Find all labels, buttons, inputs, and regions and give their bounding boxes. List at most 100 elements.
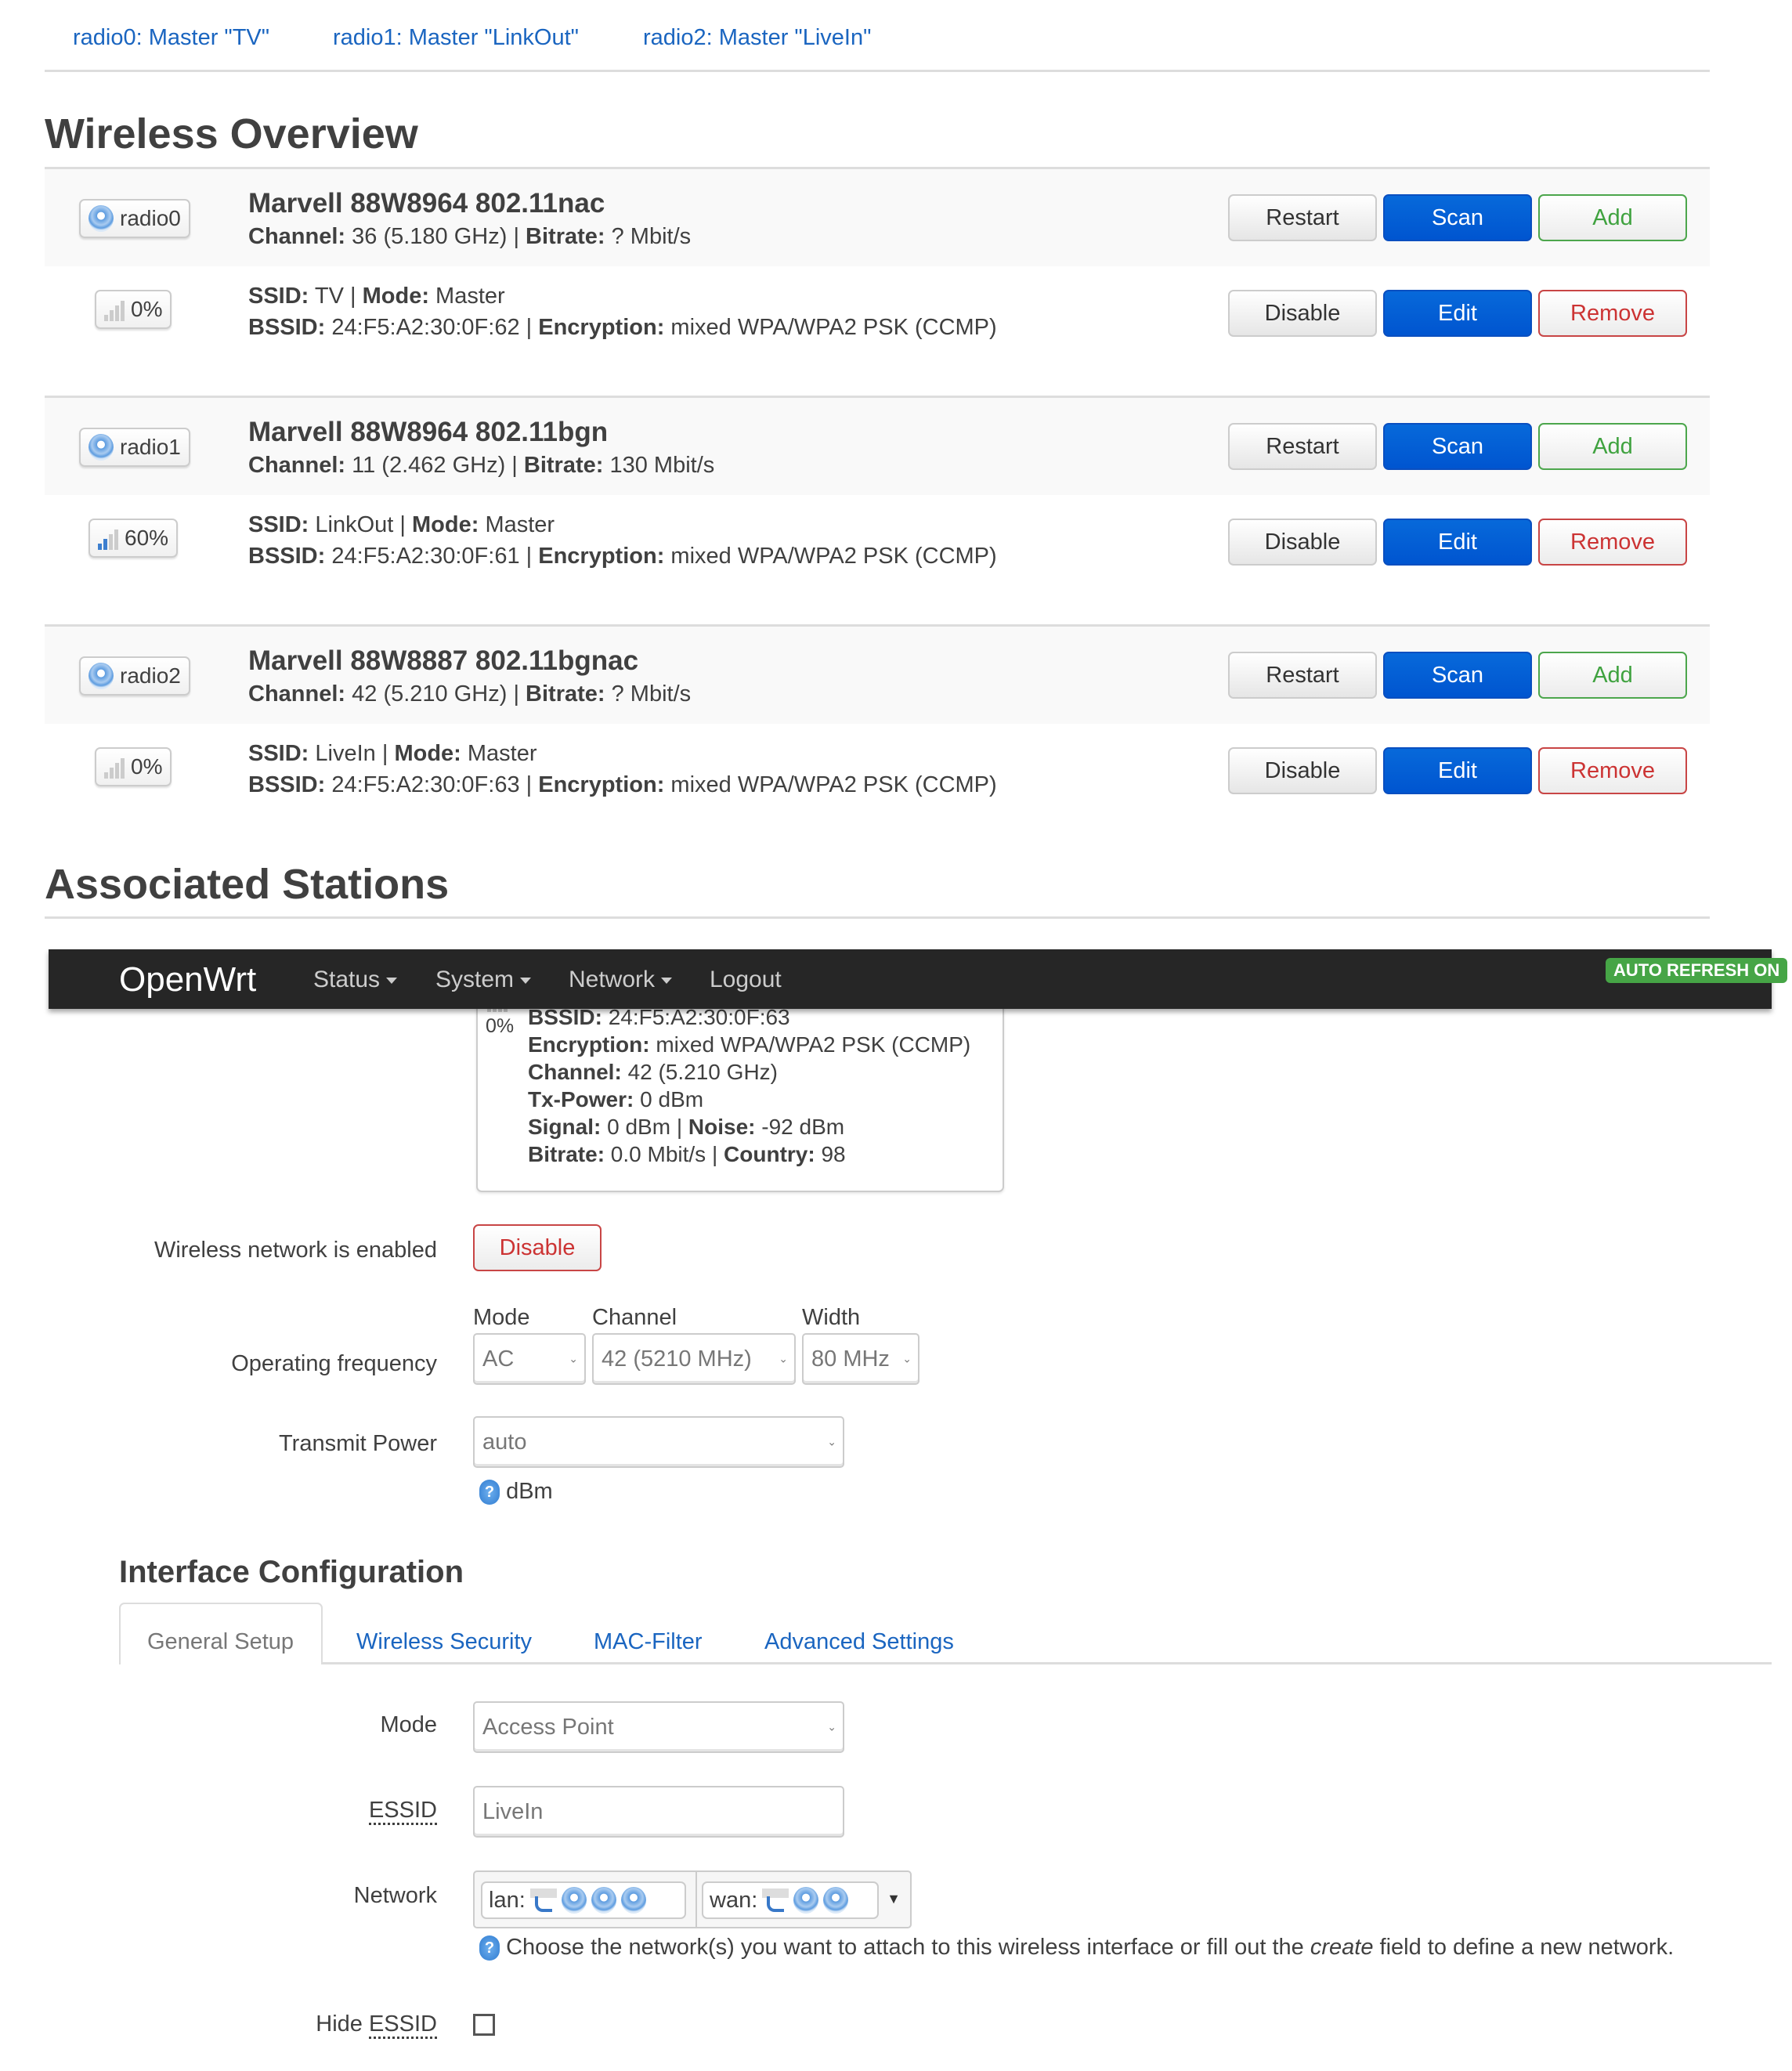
radio-tab-radio1[interactable]: radio1: Master "LinkOut" — [333, 25, 579, 51]
network-help-text-end: field to define a new network. — [1373, 1935, 1675, 1960]
tab-mac-filter[interactable]: MAC-Filter — [594, 1629, 703, 1655]
scan-button[interactable]: Scan — [1383, 423, 1532, 470]
wifi-icon — [620, 1887, 646, 1914]
status-line: Encryption: mixed WPA/WPA2 PSK (CCMP) — [528, 1032, 971, 1057]
device-row: radio0 Marvell 88W8964 802.11nac Channel… — [45, 167, 1710, 269]
wifi-icon — [591, 1887, 616, 1914]
essid-label-text: ESSID — [368, 1798, 437, 1825]
nav-network[interactable]: Network — [569, 967, 673, 993]
if-mode-label: Mode — [380, 1712, 437, 1737]
network-chip-lan-label: lan: — [489, 1887, 526, 1913]
restart-button[interactable]: Restart — [1228, 423, 1377, 470]
radio-tab-radio0[interactable]: radio0: Master "TV" — [73, 25, 269, 51]
radio-tabs: radio0: Master "TV" radio1: Master "Link… — [45, 0, 1710, 72]
signal-badge: 0% — [95, 747, 172, 786]
brand-logo[interactable]: OpenWrt — [119, 960, 256, 999]
mode-select-value: AC — [482, 1346, 515, 1372]
network-help-emphasis: create — [1310, 1935, 1374, 1960]
network-row: 0% SSID: TV | Mode: Master BSSID: 24:F5:… — [45, 266, 1710, 392]
device-info: Channel: 36 (5.180 GHz) | Bitrate: ? Mbi… — [248, 224, 692, 249]
add-button[interactable]: Add — [1538, 652, 1687, 699]
remove-button[interactable]: Remove — [1538, 747, 1687, 794]
network-chip-wan[interactable]: wan: — [702, 1881, 879, 1919]
device-badge[interactable]: radio2 — [79, 656, 190, 696]
signal-percent: 60% — [125, 526, 169, 550]
help-icon: ? — [479, 1480, 500, 1505]
add-button[interactable]: Add — [1538, 423, 1687, 470]
add-button[interactable]: Add — [1538, 194, 1687, 241]
device-info: Channel: 11 (2.462 GHz) | Bitrate: 130 M… — [248, 453, 715, 478]
status-signal-percent: 0% — [486, 1015, 515, 1037]
wifi-icon — [561, 1887, 587, 1914]
signal-badge: 0% — [95, 290, 172, 329]
wifi-icon — [89, 205, 114, 232]
network-row: 0% SSID: LiveIn | Mode: Master BSSID: 24… — [45, 724, 1710, 849]
width-header: Width — [802, 1305, 861, 1330]
disable-button[interactable]: Disable — [1228, 519, 1377, 566]
wifi-icon — [823, 1887, 849, 1914]
network-help-text: Choose the network(s) you want to attach… — [506, 1935, 1310, 1960]
device-badge[interactable]: radio1 — [79, 428, 190, 467]
radio-tab-radio2[interactable]: radio2: Master "LiveIn" — [643, 25, 871, 51]
chevron-down-icon: ⌄ — [902, 1352, 912, 1365]
caret-down-icon — [386, 978, 398, 985]
device-badge-label: radio2 — [120, 663, 181, 688]
nav-system-label: System — [435, 967, 515, 992]
nav-system[interactable]: System — [435, 967, 532, 993]
remove-button[interactable]: Remove — [1538, 290, 1687, 337]
network-multiselect[interactable]: lan: wan: ▼ — [473, 1870, 912, 1928]
dropdown-arrow-icon[interactable]: ▼ — [887, 1891, 901, 1907]
network-bssid-line: BSSID: 24:F5:A2:30:0F:63 | Encryption: m… — [248, 772, 997, 797]
scan-button[interactable]: Scan — [1383, 652, 1532, 699]
edit-button[interactable]: Edit — [1383, 290, 1532, 337]
network-ssid-line: SSID: LinkOut | Mode: Master — [248, 512, 555, 537]
mode-select[interactable]: AC ⌄ — [473, 1333, 586, 1385]
associated-stations-heading: Associated Stations — [45, 861, 450, 908]
nav-status-label: Status — [313, 967, 381, 992]
transmit-power-help: ? dBm — [479, 1479, 553, 1505]
essid-label: ESSID — [235, 1798, 437, 1825]
ethernet-icon — [762, 1888, 789, 1912]
caret-down-icon — [661, 978, 673, 985]
operating-frequency-label: Operating frequency — [231, 1351, 437, 1376]
tab-advanced-settings[interactable]: Advanced Settings — [764, 1629, 954, 1655]
edit-button[interactable]: Edit — [1383, 519, 1532, 566]
remove-button[interactable]: Remove — [1538, 519, 1687, 566]
disable-button[interactable]: Disable — [1228, 747, 1377, 794]
device-info: Channel: 42 (5.210 GHz) | Bitrate: ? Mbi… — [248, 681, 692, 707]
signal-strength-icon — [98, 526, 118, 550]
tab-general-setup[interactable]: General Setup — [147, 1629, 294, 1655]
status-line: Channel: 42 (5.210 GHz) — [528, 1060, 778, 1084]
if-mode-select[interactable]: Access Point ⌄ — [473, 1701, 844, 1753]
transmit-power-select[interactable]: auto ⌄ — [473, 1416, 844, 1468]
scan-button[interactable]: Scan — [1383, 194, 1532, 241]
device-title: Marvell 88W8964 802.11bgn — [248, 417, 609, 447]
disable-wireless-button[interactable]: Disable — [473, 1224, 602, 1271]
tab-wireless-security[interactable]: Wireless Security — [356, 1629, 532, 1655]
nav-logout[interactable]: Logout — [710, 967, 782, 993]
caret-down-icon — [520, 978, 532, 985]
device-title: Marvell 88W8887 802.11bgnac — [248, 645, 639, 676]
device-title: Marvell 88W8964 802.11nac — [248, 188, 605, 219]
signal-strength-icon — [104, 755, 125, 779]
network-bssid-line: BSSID: 24:F5:A2:30:0F:62 | Encryption: m… — [248, 315, 997, 340]
channel-select-value: 42 (5210 MHz) — [602, 1346, 752, 1372]
top-navbar: OpenWrt Status System Network Logout AUT… — [49, 949, 1788, 1009]
edit-button[interactable]: Edit — [1383, 747, 1532, 794]
hide-essid-checkbox[interactable] — [473, 2014, 495, 2036]
auto-refresh-badge[interactable]: AUTO REFRESH ON — [1606, 958, 1788, 983]
network-chip-wan-label: wan: — [710, 1887, 758, 1913]
restart-button[interactable]: Restart — [1228, 194, 1377, 241]
disable-button[interactable]: Disable — [1228, 290, 1377, 337]
wifi-icon — [89, 663, 114, 689]
device-badge[interactable]: radio0 — [79, 199, 190, 238]
restart-button[interactable]: Restart — [1228, 652, 1377, 699]
nav-status[interactable]: Status — [313, 967, 398, 993]
channel-select[interactable]: 42 (5210 MHz) ⌄ — [592, 1333, 796, 1385]
interface-config-heading: Interface Configuration — [119, 1555, 464, 1589]
nav-network-label: Network — [569, 967, 656, 992]
width-select[interactable]: 80 MHz ⌄ — [802, 1333, 919, 1385]
network-chip-lan[interactable]: lan: — [481, 1881, 686, 1919]
essid-input[interactable] — [473, 1786, 844, 1838]
network-ssid-line: SSID: TV | Mode: Master — [248, 284, 505, 309]
